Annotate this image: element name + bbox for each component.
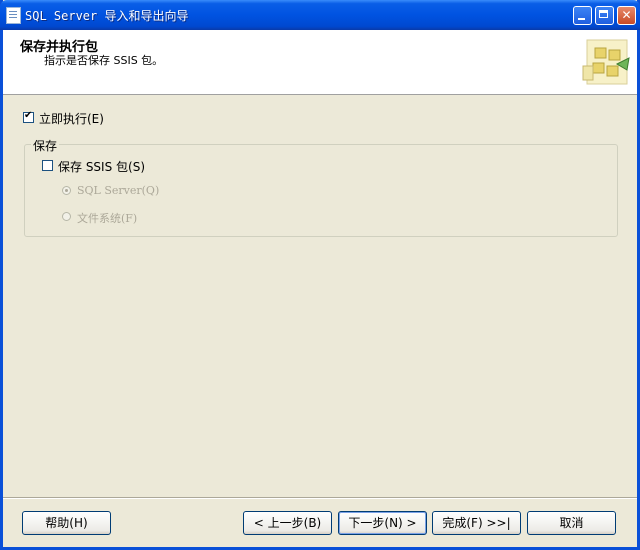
page-subtitle: 指示是否保存 SSIS 包。 [44, 54, 164, 67]
wizard-window: SQL Server 导入和导出向导 ✕ 保存并执行包 指示是否保存 SSIS … [0, 0, 640, 550]
execute-now-checkbox[interactable] [23, 110, 34, 123]
file-system-radio-label[interactable]: 文件系统(F) [77, 210, 137, 226]
maximize-icon [599, 10, 608, 18]
close-icon: ✕ [621, 8, 632, 22]
save-ssis-label[interactable]: 保存 SSIS 包(S) [58, 158, 145, 175]
help-button[interactable]: 帮助(H) [22, 511, 111, 535]
close-button[interactable]: ✕ [617, 6, 636, 25]
maximize-button[interactable] [595, 6, 614, 25]
window-title: SQL Server 导入和导出向导 [25, 9, 189, 23]
package-wizard-icon [582, 39, 630, 85]
back-button[interactable]: < 上一步(B) [243, 511, 332, 535]
document-icon [6, 7, 21, 24]
next-button[interactable]: 下一步(N) > [338, 511, 427, 535]
sql-server-radio-label[interactable]: SQL Server(Q) [77, 184, 159, 197]
title-bar[interactable]: SQL Server 导入和导出向导 ✕ [0, 0, 640, 30]
finish-button[interactable]: 完成(F) >>| [432, 511, 521, 535]
minimize-icon [578, 18, 585, 20]
execute-now-label[interactable]: 立即执行(E) [39, 110, 104, 127]
minimize-button[interactable] [573, 6, 592, 25]
save-ssis-checkbox[interactable] [42, 160, 53, 171]
footer-separator [3, 497, 637, 499]
sql-server-radio[interactable] [62, 186, 71, 195]
save-group-title: 保存 [31, 137, 60, 154]
file-system-radio[interactable] [62, 212, 71, 221]
cancel-button[interactable]: 取消 [527, 511, 616, 535]
wizard-header: 保存并执行包 指示是否保存 SSIS 包。 [3, 30, 637, 95]
